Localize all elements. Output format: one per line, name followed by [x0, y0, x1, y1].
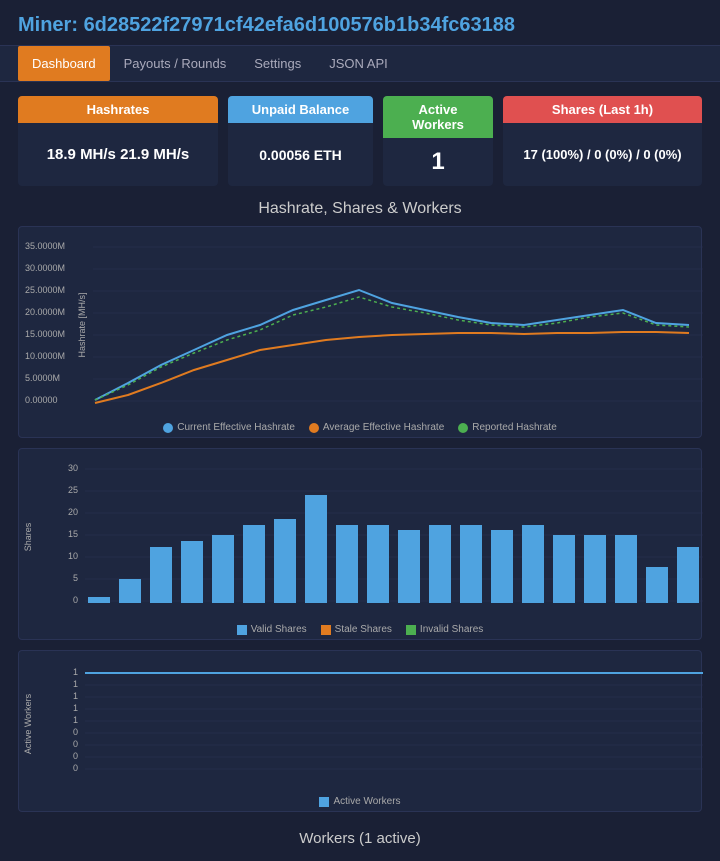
- svg-text:1: 1: [73, 667, 78, 677]
- shares-chart-container: 30 25 20 15 10 5 0 Shares: [18, 448, 702, 640]
- legend-current-dot: [163, 423, 173, 433]
- legend-reported-label: Reported Hashrate: [472, 422, 557, 433]
- svg-text:0.00000: 0.00000: [25, 395, 58, 405]
- legend-reported-dot: [458, 423, 468, 433]
- svg-text:15: 15: [68, 529, 78, 539]
- legend-stale: Stale Shares: [321, 624, 392, 635]
- svg-text:Shares: Shares: [23, 522, 33, 551]
- page-title: Miner: 6d28522f27971cf42efa6d100576b1b34…: [18, 14, 702, 37]
- stats-row: Hashrates 18.9 MH/s 21.9 MH/s Unpaid Bal…: [0, 82, 720, 200]
- unpaid-label: Unpaid Balance: [228, 96, 373, 123]
- svg-text:25: 25: [68, 485, 78, 495]
- svg-text:5.0000M: 5.0000M: [25, 373, 60, 383]
- legend-reported: Reported Hashrate: [458, 422, 557, 433]
- legend-valid-label: Valid Shares: [251, 624, 307, 635]
- shares-card: Shares (Last 1h) 17 (100%) / 0 (0%) / 0 …: [503, 96, 702, 186]
- legend-average: Average Effective Hashrate: [309, 422, 444, 433]
- hashrates-value: 18.9 MH/s 21.9 MH/s: [18, 123, 218, 186]
- svg-text:25.0000M: 25.0000M: [25, 285, 65, 295]
- svg-text:0: 0: [73, 727, 78, 737]
- svg-text:1: 1: [73, 679, 78, 689]
- shares-value: 17 (100%) / 0 (0%) / 0 (0%): [503, 123, 702, 186]
- legend-valid-rect: [237, 625, 247, 635]
- nav-payouts[interactable]: Payouts / Rounds: [110, 46, 241, 81]
- svg-text:0: 0: [73, 751, 78, 761]
- unpaid-card: Unpaid Balance 0.00056 ETH: [228, 96, 373, 186]
- svg-text:1: 1: [73, 703, 78, 713]
- legend-current-label: Current Effective Hashrate: [177, 422, 295, 433]
- legend-invalid: Invalid Shares: [406, 624, 483, 635]
- svg-text:0: 0: [73, 595, 78, 605]
- hashrate-chart-container: 35.0000M 30.0000M 25.0000M 20.0000M 15.0…: [18, 226, 702, 438]
- workers-chart: 1 1 1 1 1 0 0 0 0 Active Workers: [23, 659, 707, 789]
- svg-text:20: 20: [68, 507, 78, 517]
- legend-valid: Valid Shares: [237, 624, 307, 635]
- svg-text:0: 0: [73, 739, 78, 749]
- hashrate-chart: 35.0000M 30.0000M 25.0000M 20.0000M 15.0…: [23, 235, 707, 415]
- chart-section: Hashrate, Shares & Workers 35.0000M 30.0…: [0, 200, 720, 861]
- workers-chart-container: 1 1 1 1 1 0 0 0 0 Active Workers: [18, 650, 702, 812]
- legend-invalid-rect: [406, 625, 416, 635]
- hashrates-card: Hashrates 18.9 MH/s 21.9 MH/s: [18, 96, 218, 186]
- nav-settings[interactable]: Settings: [240, 46, 315, 81]
- svg-text:30.0000M: 30.0000M: [25, 263, 65, 273]
- legend-stale-rect: [321, 625, 331, 635]
- shares-legend: Valid Shares Stale Shares Invalid Shares: [23, 624, 697, 635]
- legend-stale-label: Stale Shares: [335, 624, 392, 635]
- svg-text:1: 1: [73, 691, 78, 701]
- active-label: Active Workers: [383, 96, 493, 138]
- shares-label: Shares (Last 1h): [503, 96, 702, 123]
- navbar: Dashboard Payouts / Rounds Settings JSON…: [0, 46, 720, 82]
- shares-chart: 30 25 20 15 10 5 0 Shares: [23, 457, 707, 617]
- active-card: Active Workers 1: [383, 96, 493, 186]
- miner-label: Miner:: [18, 14, 78, 36]
- active-value: 1: [383, 138, 493, 186]
- svg-text:5: 5: [73, 573, 78, 583]
- nav-dashboard[interactable]: Dashboard: [18, 46, 110, 81]
- hashrates-label: Hashrates: [18, 96, 218, 123]
- svg-text:1: 1: [73, 715, 78, 725]
- svg-text:0: 0: [73, 763, 78, 773]
- legend-workers-rect: [319, 797, 329, 807]
- hashrate-legend: Current Effective Hashrate Average Effec…: [23, 422, 697, 433]
- nav-jsonapi[interactable]: JSON API: [315, 46, 402, 81]
- legend-average-dot: [309, 423, 319, 433]
- svg-text:30: 30: [68, 463, 78, 473]
- unpaid-value: 0.00056 ETH: [228, 123, 373, 186]
- legend-average-label: Average Effective Hashrate: [323, 422, 444, 433]
- svg-text:15.0000M: 15.0000M: [25, 329, 65, 339]
- svg-text:Active Workers: Active Workers: [23, 693, 33, 754]
- svg-text:Hashrate [MH/s]: Hashrate [MH/s]: [77, 292, 87, 357]
- workers-section-title: Workers (1 active): [18, 822, 702, 851]
- svg-text:10: 10: [68, 551, 78, 561]
- miner-address: 6d28522f27971cf42efa6d100576b1b34fc63188: [84, 14, 515, 36]
- legend-current: Current Effective Hashrate: [163, 422, 295, 433]
- legend-invalid-label: Invalid Shares: [420, 624, 483, 635]
- svg-text:35.0000M: 35.0000M: [25, 241, 65, 251]
- svg-text:20.0000M: 20.0000M: [25, 307, 65, 317]
- legend-workers-label: Active Workers: [333, 796, 400, 807]
- main-chart-title: Hashrate, Shares & Workers: [18, 200, 702, 218]
- legend-active-workers: Active Workers: [319, 796, 400, 807]
- svg-text:10.0000M: 10.0000M: [25, 351, 65, 361]
- header: Miner: 6d28522f27971cf42efa6d100576b1b34…: [0, 0, 720, 46]
- workers-legend: Active Workers: [23, 796, 697, 807]
